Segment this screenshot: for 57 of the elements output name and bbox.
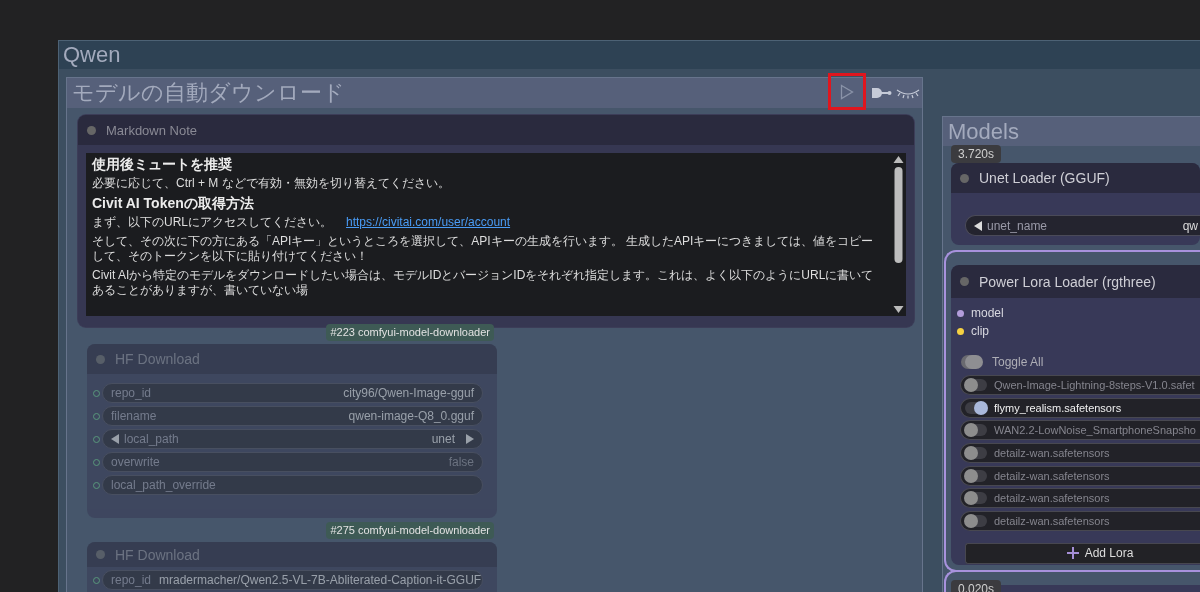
plug-icon [870,87,892,99]
toggle-all-switch[interactable] [965,355,983,369]
status-dot [960,173,969,183]
lora-row[interactable]: flymy_realism.safetensors [960,397,1200,418]
toggle-all-label: Toggle All [992,355,1044,369]
widget-field[interactable]: local_path unet [102,429,483,449]
paragraph: Civit AIから特定のモデルをダウンロードしたい場合は、モデルIDとバージョンIDをそれぞれ指定します。これは、よく以下のようにURLに書いてあることがありますが、書いていない場 [92,268,875,298]
lora-row[interactable]: detailz-wan.safetensors [960,465,1200,486]
group-title: Qwen [63,42,121,68]
paragraph: 必要に応じて、Ctrl + M などで有効・無効を切り替えてください。 [92,176,451,191]
right-arrow-icon [465,434,474,444]
node-title: Power Lora Loader (rgthree) [979,273,1156,290]
toggle-switch[interactable] [965,469,987,482]
node-title: Markdown Note [106,122,198,138]
node-title: Unet Loader (GGUF) [979,170,1110,186]
toggle-switch[interactable] [965,401,987,414]
closed-eye-icon [896,87,920,99]
toggle-switch[interactable] [965,379,987,391]
widget-field[interactable]: filename qwen-image-Q8_0.gguf [102,406,483,426]
left-arrow-icon [974,220,983,231]
status-dot [96,550,105,559]
widget-field[interactable]: overwrite false [102,452,483,472]
play-icon [840,83,854,100]
lora-row[interactable]: Qwen-Image-Lightning-8steps-V1.0.safet [960,375,1200,395]
add-lora-button[interactable]: Add Lora [965,542,1200,564]
group-title: モデルの自動ダウンロード [72,79,345,107]
toggle-switch[interactable] [965,492,987,505]
input-dot[interactable] [957,327,964,335]
toggle-switch[interactable] [965,447,987,460]
lora-row[interactable]: WAN2.2-LowNoise_SmartphoneSnapsho [960,420,1200,441]
heading: Civit AI Tokenの取得方法 [92,195,255,212]
status-dot [96,354,105,364]
time-badge: 3.720s [951,145,1002,163]
lora-row[interactable]: detailz-wan.safetensors [960,488,1200,509]
toggle-switch[interactable] [965,424,987,437]
widget-field[interactable]: local_path_override [102,475,483,495]
group-title: Models [948,118,1019,145]
input-label: model [971,306,1004,320]
input-label: clip [971,324,989,338]
widget-field[interactable]: unet_name qw [965,215,1200,236]
paragraph: まず、以下のURLにアクセスしてください。 [92,215,332,230]
lora-row[interactable]: detailz-wan.safetensors [960,443,1200,464]
input-dot[interactable] [957,309,964,317]
status-dot [87,125,96,135]
node-badge: #223 comfyui-model-downloader [326,324,494,341]
status-dot [960,277,969,286]
lora-row[interactable]: detailz-wan.safetensors [960,511,1200,532]
play-button[interactable] [828,73,866,110]
link[interactable]: https://civitai.com/user/account [346,215,511,230]
node-badge: #275 comfyui-model-downloader [326,522,494,539]
left-arrow-icon [111,434,120,444]
widget-field[interactable]: repo_id mradermacher/Qwen2.5-VL-7B-Abliterated-Caption-it-GGUF [102,570,483,590]
plus-icon [1066,547,1079,560]
paragraph: そして、その次に下の方にある「APIキー」というところを選択して、APIキーの生成を行います。 生成したAPIキーにつきましては、値をコピーして、そのトークンを以下に貼り付けてください！ [92,234,875,264]
heading: 使用後ミュートを推奨 [92,156,233,173]
widget-field[interactable]: repo_id city96/Qwen-Image-gguf [102,383,483,403]
toggle-switch[interactable] [965,515,987,528]
